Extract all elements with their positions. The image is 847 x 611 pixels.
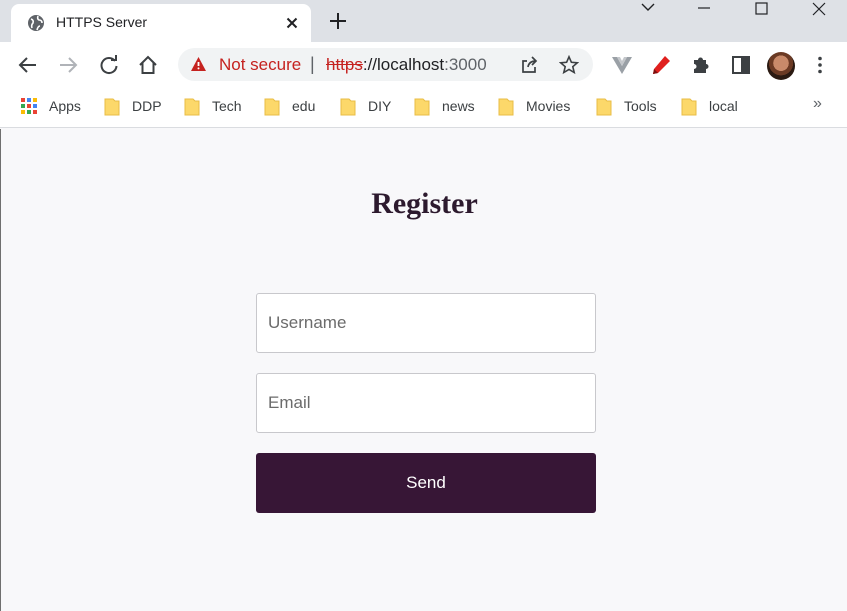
url-text[interactable]: https://localhost:3000 — [326, 55, 487, 75]
email-field[interactable] — [256, 373, 596, 433]
folder-icon — [498, 98, 514, 116]
bookmark-label: Tech — [212, 98, 242, 114]
home-icon[interactable] — [137, 54, 159, 76]
folder-icon — [264, 98, 280, 116]
bookmark-label: Tools — [624, 98, 657, 114]
maximize-button[interactable] — [739, 0, 785, 18]
security-status[interactable]: Not secure — [219, 55, 301, 75]
page-content: Register Send — [0, 129, 847, 611]
bookmark-label: news — [442, 98, 475, 114]
folder-icon — [340, 98, 356, 116]
forward-arrow-icon[interactable] — [57, 54, 79, 76]
bookmark-label: Movies — [526, 98, 571, 114]
url-port: :3000 — [444, 55, 487, 74]
bookmark-label: DDP — [132, 98, 162, 114]
tab-strip: HTTPS Server — [0, 0, 847, 42]
folder-icon — [681, 98, 697, 116]
close-icon — [812, 2, 826, 16]
extensions-puzzle-icon[interactable] — [690, 54, 712, 76]
new-tab-icon[interactable] — [328, 11, 348, 31]
bookmark-label: DIY — [368, 98, 392, 114]
tab-title: HTTPS Server — [56, 14, 148, 30]
address-bar[interactable]: Not secure | https://localhost:3000 — [178, 48, 593, 81]
warning-icon[interactable] — [190, 56, 207, 72]
globe-icon — [28, 15, 44, 31]
page-title: Register — [371, 187, 478, 220]
minimize-button[interactable] — [681, 0, 727, 18]
username-field[interactable] — [256, 293, 596, 353]
menu-kebab-icon[interactable] — [809, 54, 831, 76]
reload-icon[interactable] — [98, 54, 120, 76]
send-button[interactable]: Send — [256, 453, 596, 513]
chevron-down-icon — [641, 3, 655, 11]
side-panel-icon[interactable] — [730, 54, 752, 76]
bookmarks-overflow-chevron[interactable]: » — [813, 95, 822, 113]
bookmarks-bar: Apps DDP Tech edu DIY news Movies Tools … — [0, 87, 847, 128]
browser-toolbar: Not secure | https://localhost:3000 — [0, 42, 847, 87]
folder-icon — [184, 98, 200, 116]
tab-search-button[interactable] — [625, 0, 671, 18]
bookmark-label: local — [709, 98, 738, 114]
vue-devtools-icon[interactable] — [611, 54, 633, 76]
url-scheme: https — [326, 55, 363, 74]
profile-avatar[interactable] — [767, 52, 795, 80]
url-host: ://localhost — [362, 55, 445, 74]
folder-icon — [596, 98, 612, 116]
folder-icon — [104, 98, 120, 116]
bookmark-star-icon[interactable] — [559, 55, 579, 75]
bookmark-label: edu — [292, 98, 316, 114]
separator: | — [310, 54, 315, 74]
minimize-icon — [698, 7, 710, 9]
share-icon[interactable] — [519, 55, 539, 75]
close-window-button[interactable] — [796, 0, 842, 18]
close-tab-icon[interactable] — [282, 13, 302, 33]
apps-grid-icon — [21, 98, 37, 114]
bookmark-label: Apps — [49, 98, 81, 114]
maximize-icon — [755, 2, 768, 15]
browser-tab[interactable]: HTTPS Server — [11, 4, 311, 42]
folder-icon — [414, 98, 430, 116]
pen-icon[interactable] — [650, 54, 672, 76]
back-arrow-icon[interactable] — [17, 54, 39, 76]
